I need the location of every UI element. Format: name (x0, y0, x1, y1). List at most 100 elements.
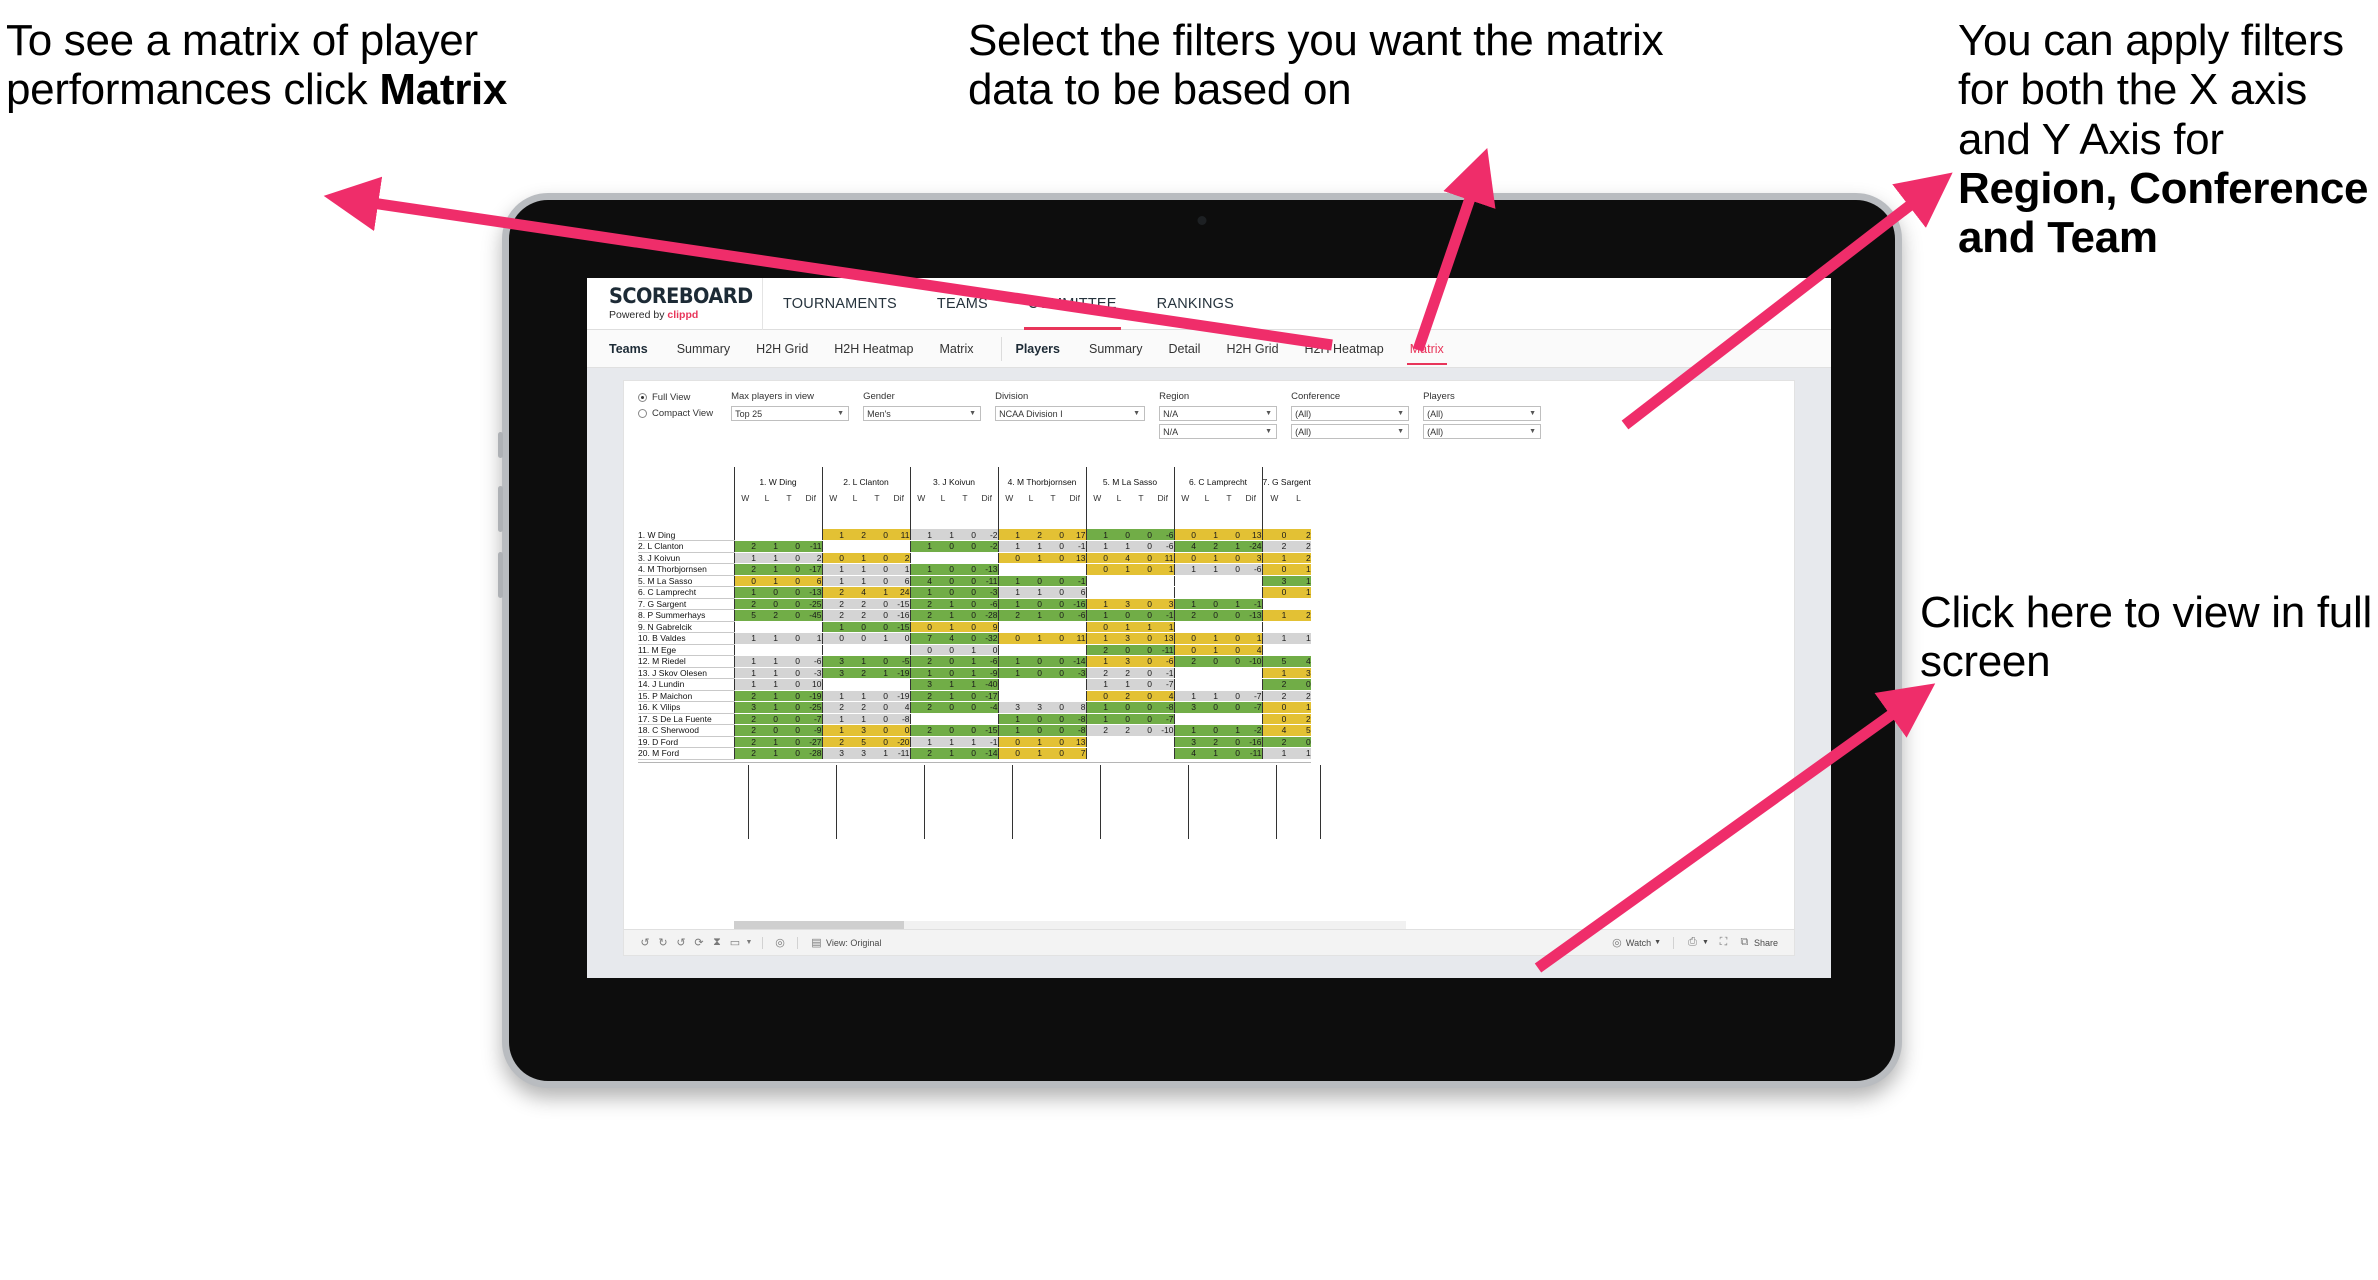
matrix-cell[interactable]: 0 (932, 575, 954, 587)
matrix-cell[interactable]: 0 (932, 563, 954, 576)
matrix-cell[interactable]: 1 (932, 678, 954, 691)
matrix-cell[interactable] (821, 678, 844, 691)
matrix-cell[interactable]: 1 (821, 563, 844, 576)
matrix-cell[interactable]: 0 (1042, 552, 1064, 564)
matrix-cell[interactable]: -1 (1240, 598, 1262, 610)
matrix-cell[interactable] (1130, 586, 1152, 599)
matrix-cell[interactable] (1196, 713, 1218, 725)
matrix-cell[interactable] (976, 713, 998, 725)
matrix-cell[interactable]: 2 (800, 552, 822, 564)
matrix-cell[interactable]: 0 (997, 736, 1020, 748)
matrix-cell[interactable]: -11 (1240, 747, 1262, 760)
matrix-cell[interactable]: -1 (1152, 609, 1174, 622)
matrix-cell[interactable]: 4 (1152, 690, 1174, 702)
nav-committee[interactable]: COMMITTEE (1008, 278, 1137, 330)
matrix-cell[interactable]: 1 (1085, 655, 1108, 668)
matrix-cell[interactable]: 1 (756, 552, 778, 564)
matrix-cell[interactable]: 0 (1196, 701, 1218, 714)
matrix-cell[interactable]: 24 (888, 586, 910, 599)
matrix-cell[interactable] (756, 621, 778, 633)
matrix-cell[interactable] (1240, 713, 1262, 725)
matrix-cell[interactable]: 0 (1042, 575, 1064, 587)
matrix-cell[interactable]: 0 (1042, 655, 1064, 668)
matrix-cell[interactable] (1218, 667, 1240, 679)
matrix-cell[interactable]: 0 (1130, 609, 1152, 622)
nav-teams[interactable]: TEAMS (917, 278, 1008, 330)
matrix-cell[interactable]: 0 (1130, 632, 1152, 645)
matrix-cell[interactable]: 2 (1261, 690, 1287, 702)
matrix-cell[interactable]: 0 (1218, 644, 1240, 656)
matrix-cell[interactable]: 1 (821, 724, 844, 737)
matrix-cell[interactable] (1064, 621, 1086, 633)
matrix-cell[interactable]: 4 (909, 575, 932, 587)
matrix-cell[interactable]: 1 (733, 586, 756, 599)
matrix-cell[interactable] (954, 552, 976, 564)
matrix-cell[interactable]: 0 (1042, 586, 1064, 599)
matrix-table-wrapper[interactable]: 1. W Ding 2. L Clanton 3. J Koivun 4. M Tho… (638, 467, 1794, 955)
matrix-cell[interactable]: -15 (976, 724, 998, 737)
matrix-cell[interactable]: 1 (932, 621, 954, 633)
matrix-cell[interactable]: 1 (756, 678, 778, 691)
matrix-cell[interactable]: 1 (954, 678, 976, 691)
matrix-cell[interactable]: 0 (1286, 736, 1311, 748)
matrix-cell[interactable]: 2 (1085, 724, 1108, 737)
matrix-cell[interactable]: 2 (844, 609, 866, 622)
matrix-cell[interactable]: 1 (932, 529, 954, 541)
matrix-cell[interactable]: 6 (1064, 586, 1086, 599)
matrix-cell[interactable]: 2 (909, 690, 932, 702)
matrix-cell[interactable]: -20 (888, 736, 910, 748)
matrix-cell[interactable]: 3 (1108, 655, 1130, 668)
tab-players-matrix[interactable]: Matrix (1397, 330, 1457, 368)
matrix-cell[interactable]: -8 (1064, 713, 1086, 725)
matrix-cell[interactable]: 1 (756, 690, 778, 702)
matrix-cell[interactable]: 1 (821, 621, 844, 633)
brand-logo[interactable]: SCOREBOARD Powered by clippd (587, 286, 762, 322)
matrix-cell[interactable]: -2 (976, 529, 998, 541)
matrix-cell[interactable]: 0 (778, 586, 800, 599)
filter-region-y-select[interactable]: N/A ▼ (1159, 424, 1278, 439)
matrix-cell[interactable]: 0 (778, 632, 800, 645)
matrix-cell[interactable]: 0 (778, 724, 800, 737)
matrix-cell[interactable]: 4 (844, 586, 866, 599)
matrix-cell[interactable]: 0 (778, 747, 800, 760)
matrix-cell[interactable]: 1 (1261, 747, 1287, 760)
matrix-cell[interactable]: -16 (888, 609, 910, 622)
matrix-cell[interactable]: 0 (954, 540, 976, 553)
matrix-cell[interactable]: 1 (1085, 678, 1108, 691)
matrix-cell[interactable]: 0 (866, 529, 888, 541)
filter-max-players-select[interactable]: Top 25 ▼ (731, 406, 850, 421)
matrix-cell[interactable]: 2 (733, 563, 756, 576)
matrix-cell[interactable]: 2 (1085, 644, 1108, 656)
matrix-cell[interactable]: 0 (778, 598, 800, 610)
matrix-cell[interactable] (1240, 575, 1262, 587)
matrix-cell[interactable]: 2 (909, 609, 932, 622)
matrix-cell[interactable]: 1 (997, 540, 1020, 553)
matrix-cell[interactable] (1218, 713, 1240, 725)
matrix-cell[interactable] (1108, 586, 1130, 599)
matrix-cell[interactable]: 0 (1020, 575, 1042, 587)
matrix-cell[interactable]: 0 (1020, 724, 1042, 737)
matrix-cell[interactable]: 0 (1261, 529, 1287, 541)
matrix-cell[interactable]: 1 (1261, 667, 1287, 679)
matrix-cell[interactable]: 2 (733, 736, 756, 748)
matrix-cell[interactable]: 0 (1173, 644, 1196, 656)
matrix-cell[interactable]: 0 (932, 644, 954, 656)
matrix-cell[interactable]: 0 (778, 563, 800, 576)
matrix-cell[interactable] (1152, 736, 1174, 748)
matrix-cell[interactable]: -6 (1152, 655, 1174, 668)
matrix-cell[interactable]: 0 (778, 678, 800, 691)
matrix-cell[interactable] (1042, 644, 1064, 656)
matrix-cell[interactable]: 0 (1085, 563, 1108, 576)
matrix-cell[interactable]: 1 (932, 598, 954, 610)
matrix-cell[interactable]: 10 (800, 678, 822, 691)
matrix-cell[interactable]: 1 (1085, 609, 1108, 622)
matrix-cell[interactable]: 0 (1085, 621, 1108, 633)
matrix-cell[interactable]: 1 (1085, 701, 1108, 714)
matrix-cell[interactable]: 1 (1020, 747, 1042, 760)
matrix-cell[interactable]: 1 (844, 563, 866, 576)
matrix-cell[interactable]: 0 (1020, 667, 1042, 679)
matrix-cell[interactable]: 2 (1020, 529, 1042, 541)
matrix-cell[interactable]: 2 (733, 540, 756, 553)
matrix-cell[interactable]: -25 (800, 701, 822, 714)
matrix-cell[interactable]: 0 (932, 586, 954, 599)
